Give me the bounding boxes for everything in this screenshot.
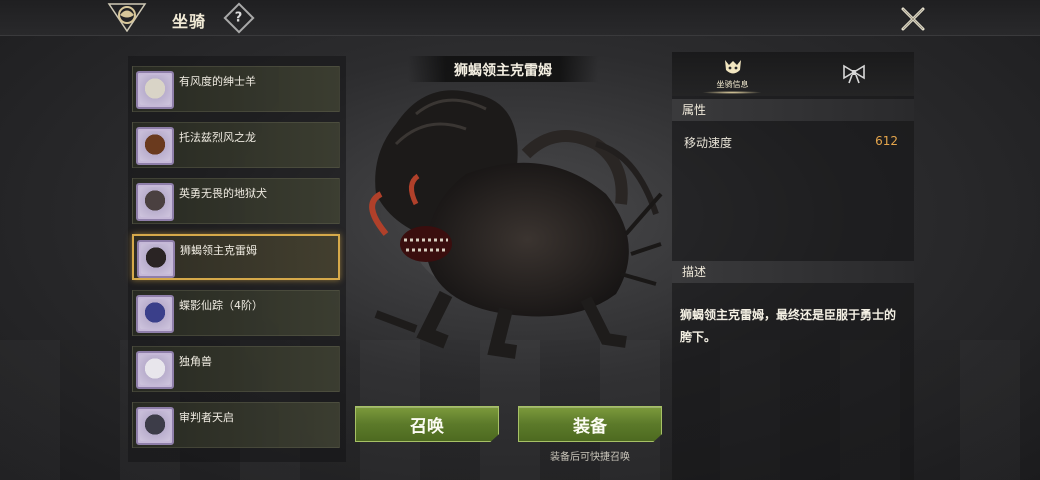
bow-icon bbox=[842, 64, 865, 84]
mount-thumbnail bbox=[136, 71, 174, 109]
mount-thumbnail bbox=[136, 407, 174, 445]
mount-model-preview[interactable] bbox=[356, 84, 666, 384]
attribute-value: 612 bbox=[875, 134, 898, 148]
close-button[interactable] bbox=[898, 4, 928, 34]
mount-thumbnail-image bbox=[140, 187, 170, 217]
mount-thumbnail-image bbox=[141, 244, 171, 274]
mount-thumbnail-image bbox=[140, 411, 170, 441]
mount-list-item[interactable]: 英勇无畏的地狱犬 bbox=[132, 178, 340, 224]
mount-thumbnail bbox=[136, 351, 174, 389]
summon-button[interactable]: 召唤 bbox=[355, 406, 499, 442]
mount-description: 狮蝎领主克雷姆，最终还是臣服于勇士的胯下。 bbox=[680, 308, 897, 344]
mount-name-label: 狮蝎领主克雷姆 bbox=[180, 244, 257, 257]
attribute-name: 移动速度 bbox=[684, 136, 733, 150]
mount-list-item[interactable]: 独角兽 bbox=[132, 346, 340, 392]
help-icon: ? bbox=[235, 10, 243, 26]
mount-info-icon bbox=[724, 60, 741, 74]
mount-list-item[interactable]: 有风度的绅士羊 bbox=[132, 66, 340, 112]
tab-mount-info[interactable]: 坐骑信息 bbox=[672, 52, 793, 96]
mount-thumbnail-image bbox=[140, 75, 170, 105]
mount-thumbnail-image bbox=[140, 355, 170, 385]
mount-list-item[interactable]: 狮蝎领主克雷姆 bbox=[132, 234, 340, 280]
equip-button[interactable]: 装备 bbox=[518, 406, 662, 442]
mount-thumbnail bbox=[136, 183, 174, 221]
mount-list-item[interactable]: 蝶影仙踪（4阶） bbox=[132, 290, 340, 336]
top-bar bbox=[0, 0, 1040, 36]
close-icon bbox=[901, 7, 925, 31]
mount-name-label: 有风度的绅士羊 bbox=[179, 75, 256, 88]
mount-name-label: 审判者天启 bbox=[179, 411, 234, 424]
mount-list-item[interactable]: 托法兹烈风之龙 bbox=[132, 122, 340, 168]
mount-name-label: 托法兹烈风之龙 bbox=[179, 131, 256, 144]
mount-thumbnail bbox=[137, 240, 175, 278]
mount-list-item[interactable]: 审判者天启 bbox=[132, 402, 340, 448]
mount-thumbnail-image bbox=[140, 299, 170, 329]
tab-mount-info-label: 坐骑信息 bbox=[716, 80, 749, 89]
mount-thumbnail bbox=[136, 127, 174, 165]
mount-thumbnail bbox=[136, 295, 174, 333]
mount-name-label: 独角兽 bbox=[179, 355, 212, 368]
attributes-header: 属性 bbox=[672, 99, 914, 121]
page-title: 坐骑 bbox=[172, 12, 207, 31]
tab-decoration[interactable] bbox=[793, 52, 914, 96]
description-header: 描述 bbox=[672, 261, 914, 283]
mount-name-label: 蝶影仙踪（4阶） bbox=[179, 299, 263, 312]
mount-thumbnail-image bbox=[140, 131, 170, 161]
equip-hint: 装备后可快捷召唤 bbox=[550, 452, 630, 463]
mount-emblem-icon bbox=[104, 0, 150, 34]
mount-name-title: 狮蝎领主克雷姆 bbox=[454, 63, 552, 79]
mount-name-label: 英勇无畏的地狱犬 bbox=[179, 187, 267, 200]
